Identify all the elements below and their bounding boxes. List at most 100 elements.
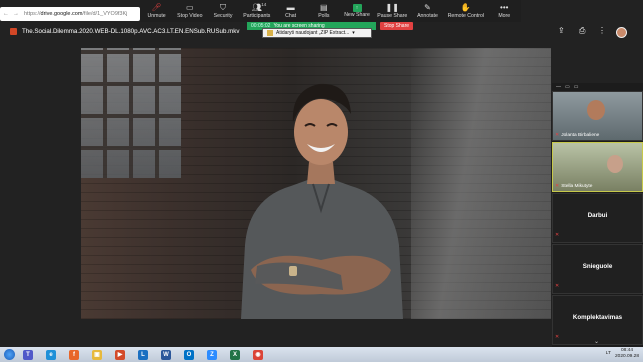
light-shaft (411, 48, 551, 319)
taskbar-app[interactable]: Z (202, 348, 222, 361)
participant-name: Jolanta Birbaliene (561, 132, 600, 138)
mic-muted-icon: ✕ (555, 334, 560, 340)
url-path: /file/d/1_VYO9f3Kj (82, 11, 128, 17)
annotate-icon: ✎ (424, 3, 431, 12)
participant-name: Snieguole (582, 263, 613, 270)
chrome-icon: ◉ (253, 349, 263, 360)
participant-name: Darbui (587, 212, 608, 219)
toolbar-label: Pause Share (377, 13, 408, 19)
taskbar-app[interactable]: ◉ (248, 348, 268, 361)
outlook-icon: O (184, 349, 194, 360)
taskbar-app[interactable]: X (225, 348, 245, 361)
smiling-man-figure (241, 83, 403, 319)
url-field[interactable]: https://drive.google.com/file/d/1_VYO9f3… (22, 11, 140, 17)
toolbar-label: Remote Control (447, 13, 485, 19)
print-icon[interactable]: ⎙ (579, 26, 585, 36)
new-share-button[interactable]: ↑ New Share (344, 3, 370, 18)
stop-video-button[interactable]: ▭ Stop Video (177, 3, 203, 19)
taskbar-app[interactable]: ▶ (110, 348, 130, 361)
participant-panel: — ▭ ▭ ✕ Jolanta Birbaliene ✕ Stella Miku… (552, 83, 643, 347)
toolbar-label: Polls (318, 13, 330, 19)
language-indicator[interactable]: LT (606, 351, 611, 356)
participant-face (587, 100, 605, 120)
toolbar-label: More (498, 13, 511, 19)
more-button[interactable]: ••• More (491, 3, 517, 19)
excel-icon: X (230, 349, 240, 360)
taskbar-app[interactable]: T (18, 348, 38, 361)
zip-icon (267, 30, 273, 36)
taskbar-app[interactable]: f (64, 348, 84, 361)
taskbar-app[interactable]: O (179, 348, 199, 361)
panel-window-controls: — ▭ ▭ (552, 83, 643, 91)
unmute-button[interactable]: 🎤︎ Unmute (144, 3, 170, 19)
zip-extract-popup[interactable]: Atidaryti naudojant „ZIP Extract... ▾ (262, 28, 372, 38)
media-icon: ▶ (115, 349, 125, 360)
security-button[interactable]: ⛉ Security (210, 3, 236, 19)
clock[interactable]: 08:44 2020.09.28 (615, 348, 639, 359)
toolbar-label: Security (213, 13, 233, 19)
toolbar-label: Stop Video (177, 13, 203, 19)
chevron-down-icon[interactable]: ⌄ (594, 338, 599, 345)
windows-taskbar: Te f ▣ ▶ L W O Z X ◉ LT 08:44 2020.09.28 (0, 347, 643, 362)
participant-name: Komplektavimas (572, 314, 623, 321)
remote-control-button[interactable]: ✋ Remote Control (448, 3, 484, 19)
toolbar-label: Unmute (147, 13, 166, 19)
chat-icon: ▬ (286, 3, 295, 12)
clock-date: 2020.09.28 (614, 353, 639, 359)
minimize-icon[interactable]: — (556, 84, 561, 90)
video-icon: ▭ (186, 3, 194, 12)
more-icon: ••• (500, 3, 509, 12)
toolbar-label: Chat (285, 13, 297, 19)
participant-tile[interactable]: ✕ Jolanta Birbaliene (552, 91, 643, 141)
explorer-icon: ▣ (92, 349, 102, 360)
url-domain: drive.google.com (40, 11, 83, 17)
background-window (81, 48, 181, 178)
chat-button[interactable]: ▬ Chat (278, 3, 304, 19)
toolbar-label: Participants (243, 13, 271, 19)
pause-icon: ❚❚ (385, 3, 399, 12)
file-type-icon (10, 28, 17, 35)
mic-muted-icon: ✕ (555, 183, 560, 189)
restore-icon[interactable]: ▭ (565, 84, 570, 90)
polls-icon: ▤ (320, 3, 328, 12)
ie-icon: e (46, 349, 56, 360)
word-icon: W (161, 349, 171, 360)
participant-count: 14 (261, 2, 267, 7)
participants-button[interactable]: 👥︎ 14 Participants (243, 2, 271, 19)
video-frame[interactable] (81, 48, 551, 319)
toolbar-label: New Share (344, 12, 370, 18)
chevron-down-icon[interactable]: ▾ (352, 30, 355, 36)
taskbar-app[interactable]: L (133, 348, 153, 361)
taskbar-app[interactable]: e (41, 348, 61, 361)
account-avatar[interactable] (616, 27, 627, 38)
taskbar-app[interactable]: W (156, 348, 176, 361)
participant-tile[interactable]: Snieguole ✕ (552, 244, 643, 294)
forward-icon[interactable]: → (13, 11, 19, 17)
shield-icon: ⛉ (220, 3, 227, 12)
url-prefix: https:// (24, 11, 41, 17)
system-tray: LT 08:44 2020.09.28 (606, 348, 639, 359)
more-vert-icon[interactable]: ⋮ (598, 26, 606, 35)
gallery-icon[interactable]: ▭ (574, 84, 579, 90)
zoom-toolbar: 🎤︎ Unmute ▭ Stop Video ⛉ Security 👥︎ 14 Particip… (140, 0, 521, 22)
taskbar-app[interactable]: ▣ (87, 348, 107, 361)
back-icon[interactable]: ← (3, 11, 9, 17)
participant-name-tag: ✕ Jolanta Birbaliene (555, 132, 599, 138)
start-button[interactable] (4, 349, 15, 360)
lync-icon: L (138, 349, 148, 360)
add-to-drive-icon[interactable]: ⇪ (558, 26, 565, 35)
polls-button[interactable]: ▤ Polls (311, 3, 337, 19)
teams-icon: T (23, 349, 33, 360)
mic-muted-icon: ✕ (555, 132, 560, 138)
pause-share-button[interactable]: ❚❚ Pause Share (377, 3, 407, 19)
toolbar-label: Annotate (417, 13, 438, 19)
participant-tile[interactable]: ✕ Stella Mikutyte (552, 142, 643, 192)
file-name: The.Social.Dilemma.2020.WEB-DL.1080p.AVC… (22, 28, 240, 35)
firefox-icon: f (69, 349, 79, 360)
participant-tile[interactable]: Darbui ✕ (552, 193, 643, 243)
browser-address-bar[interactable]: ← → https://drive.google.com/file/d/1_VY… (0, 7, 140, 21)
participant-name: Stella Mikutyte (561, 183, 593, 189)
browser-nav: ← → (0, 11, 22, 17)
mic-muted-icon: 🎤︎ (151, 3, 162, 12)
annotate-button[interactable]: ✎ Annotate (414, 3, 440, 19)
